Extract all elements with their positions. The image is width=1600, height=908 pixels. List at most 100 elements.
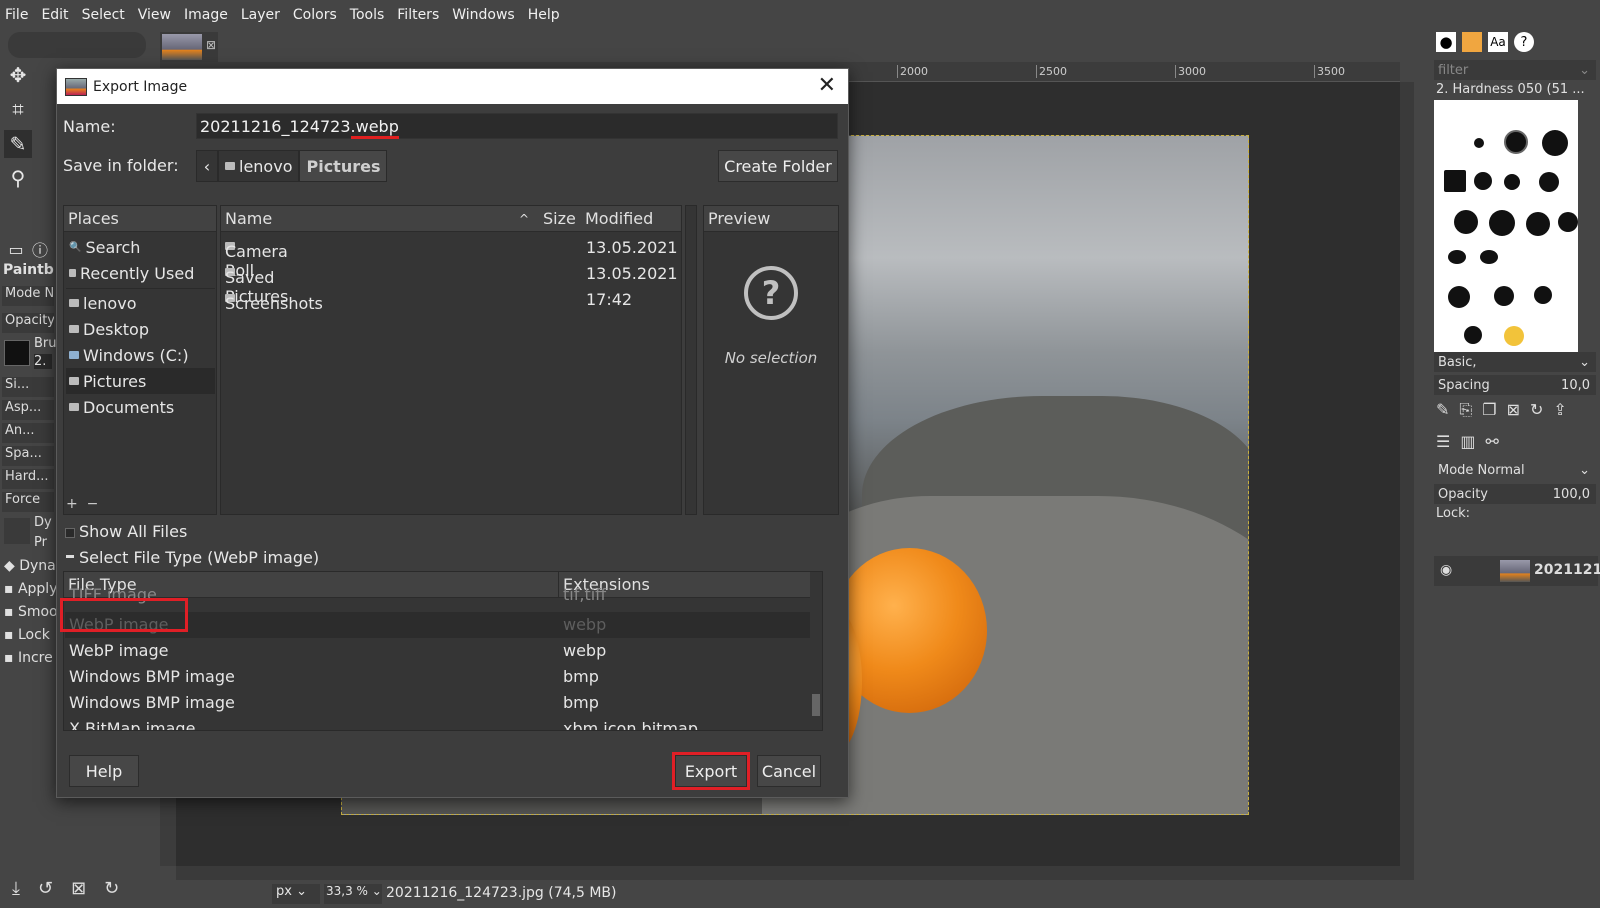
brush-grid[interactable] — [1434, 100, 1578, 355]
paintbrush-tool-icon[interactable]: ✎ — [4, 130, 32, 158]
create-folder-button[interactable]: Create Folder — [718, 150, 838, 182]
mode-select[interactable]: Mode N — [2, 286, 54, 306]
breadcrumb-pictures[interactable]: Pictures — [299, 150, 388, 182]
image-tab[interactable]: ⊠ — [160, 32, 218, 62]
unit-select[interactable]: px ⌄ — [272, 884, 320, 904]
crop-tool-icon[interactable]: ⌗ — [4, 95, 32, 123]
new-brush-icon[interactable]: ⎘ — [1459, 400, 1472, 420]
menu-image[interactable]: Image — [184, 7, 228, 23]
layers-tab-icon[interactable]: ☰ — [1436, 432, 1450, 451]
duplicate-brush-icon[interactable]: ❐ — [1482, 400, 1496, 420]
file-type-row[interactable]: Windows BMP image bmp — [65, 664, 810, 690]
fonts-tab-icon[interactable]: Aa — [1488, 32, 1508, 52]
edit-brush-icon[interactable]: ✎ — [1436, 400, 1449, 420]
place-lenovo[interactable]: lenovo — [66, 290, 215, 316]
place-recently-used[interactable]: Recently Used — [66, 260, 215, 286]
column-modified[interactable]: Modified — [581, 206, 681, 232]
patterns-tab-icon[interactable] — [1462, 32, 1482, 52]
dynamics-options-check[interactable]: ◆ Dyna — [4, 558, 56, 574]
layer-thumbnail — [1500, 560, 1530, 582]
angle-slider[interactable]: An... — [2, 423, 54, 443]
breadcrumb-back-icon[interactable]: ‹ — [196, 150, 218, 182]
preview-header: Preview — [704, 206, 838, 232]
device-status-icon[interactable]: ⓘ — [26, 235, 54, 263]
spacing-slider[interactable]: Spa... — [2, 446, 54, 466]
help-button[interactable]: Help — [69, 755, 139, 787]
visibility-eye-icon[interactable]: ◉ — [1440, 562, 1452, 578]
lock-brush-check[interactable]: ▪ Lock — [4, 627, 50, 643]
file-list-scrollbar[interactable] — [685, 205, 697, 515]
hardness-slider[interactable]: Hard... — [2, 469, 54, 489]
breadcrumb-lenovo[interactable]: lenovo — [218, 150, 300, 182]
save-options-icon[interactable]: ⤓ — [12, 878, 20, 899]
paths-tab-icon[interactable]: ⚯ — [1485, 432, 1498, 451]
spacing-slider-dock[interactable]: Spacing 10,0 — [1434, 375, 1596, 395]
refresh-brushes-icon[interactable]: ↻ — [1530, 400, 1543, 420]
menu-select[interactable]: Select — [82, 7, 125, 23]
place-documents[interactable]: Documents — [66, 394, 215, 420]
place-pictures[interactable]: Pictures — [66, 368, 215, 394]
reset-options-icon[interactable]: ↻ — [104, 878, 119, 899]
brush-value[interactable]: 2. — [34, 354, 52, 369]
place-search[interactable]: 🔍 Search — [66, 234, 215, 260]
brushes-tab-icon[interactable]: ● — [1436, 32, 1456, 52]
file-row[interactable]: Screenshots 17:42 — [222, 286, 682, 313]
scrollbar-thumb[interactable] — [812, 694, 820, 716]
help-tab-icon[interactable]: ? — [1514, 32, 1534, 52]
horizontal-scrollbar[interactable] — [176, 866, 1414, 880]
incremental-check[interactable]: ▪ Incre — [4, 650, 53, 666]
menu-edit[interactable]: Edit — [41, 7, 68, 23]
close-tab-icon[interactable]: ⊠ — [206, 38, 216, 52]
layer-row[interactable]: ◉ 2021121 — [1434, 556, 1600, 586]
file-type-row[interactable]: Windows BMP image bmp — [65, 690, 810, 716]
place-windows-c[interactable]: Windows (C:) — [66, 342, 215, 368]
menu-view[interactable]: View — [138, 7, 171, 23]
apply-jitter-check[interactable]: ▪ Apply — [4, 581, 57, 597]
opacity-slider[interactable]: Opacity — [2, 313, 54, 333]
brush-preview[interactable] — [4, 340, 30, 366]
open-brush-icon[interactable]: ⇪ — [1553, 400, 1566, 420]
remove-place-icon[interactable]: − — [87, 496, 99, 512]
column-size[interactable]: Size — [539, 206, 581, 232]
menu-tools[interactable]: Tools — [350, 7, 385, 23]
column-name[interactable]: Name ^ — [221, 206, 539, 232]
smooth-stroke-check[interactable]: ▪ Smoo — [4, 604, 58, 620]
show-all-files-label[interactable]: Show All Files — [79, 522, 187, 541]
file-row[interactable]: Saved Pictures 13.05.2021 — [222, 260, 682, 306]
size-slider[interactable]: Si... — [2, 377, 54, 397]
menu-help[interactable]: Help — [528, 7, 560, 23]
path-tool-icon[interactable]: ⚲ — [4, 164, 32, 192]
brush-filter-input[interactable]: filter ⌄ — [1434, 60, 1596, 80]
delete-options-icon[interactable]: ⊠ — [71, 878, 86, 899]
menu-file[interactable]: File — [5, 7, 28, 23]
cancel-button[interactable]: Cancel — [757, 755, 821, 787]
select-file-type-expander[interactable]: Select File Type (WebP image) — [79, 548, 319, 567]
file-row[interactable]: Camera Roll 13.05.2021 — [222, 234, 682, 280]
file-type-row[interactable]: WebP image webp — [65, 638, 810, 664]
menu-filters[interactable]: Filters — [397, 7, 439, 23]
places-panel: Places 🔍 Search Recently Used lenovo Desk… — [63, 205, 217, 515]
file-type-row[interactable]: X BitMap image xbm,icon,bitmap — [65, 716, 810, 730]
channels-tab-icon[interactable]: ▥ — [1460, 432, 1475, 451]
menu-windows[interactable]: Windows — [452, 7, 515, 23]
close-icon[interactable]: ✕ — [818, 73, 836, 98]
expander-collapse-icon[interactable] — [66, 555, 74, 558]
force-slider[interactable]: Force — [2, 492, 54, 512]
dynamics-icon[interactable] — [4, 518, 30, 544]
restore-options-icon[interactable]: ↺ — [38, 878, 53, 899]
layer-mode-select[interactable]: Mode Normal ⌄ — [1434, 460, 1596, 480]
delete-brush-icon[interactable]: ⊠ — [1507, 400, 1520, 420]
layer-opacity-slider[interactable]: Opacity 100,0 — [1434, 484, 1596, 504]
add-place-icon[interactable]: + — [66, 496, 78, 512]
menu-layer[interactable]: Layer — [241, 7, 280, 23]
aspect-slider[interactable]: Asp... — [2, 400, 54, 420]
brush-preset-select[interactable]: Basic, ⌄ — [1434, 352, 1596, 372]
zoom-select[interactable]: 33,3 % ⌄ — [324, 884, 382, 904]
place-desktop[interactable]: Desktop — [66, 316, 215, 342]
move-tool-icon[interactable]: ✥ — [4, 61, 32, 89]
file-type-scrollbar[interactable] — [810, 598, 822, 730]
show-all-files-checkbox[interactable] — [65, 528, 75, 538]
filename-input[interactable]: 20211216_124723.webp — [196, 113, 838, 139]
menu-colors[interactable]: Colors — [293, 7, 337, 23]
vertical-scrollbar[interactable] — [1400, 82, 1414, 866]
